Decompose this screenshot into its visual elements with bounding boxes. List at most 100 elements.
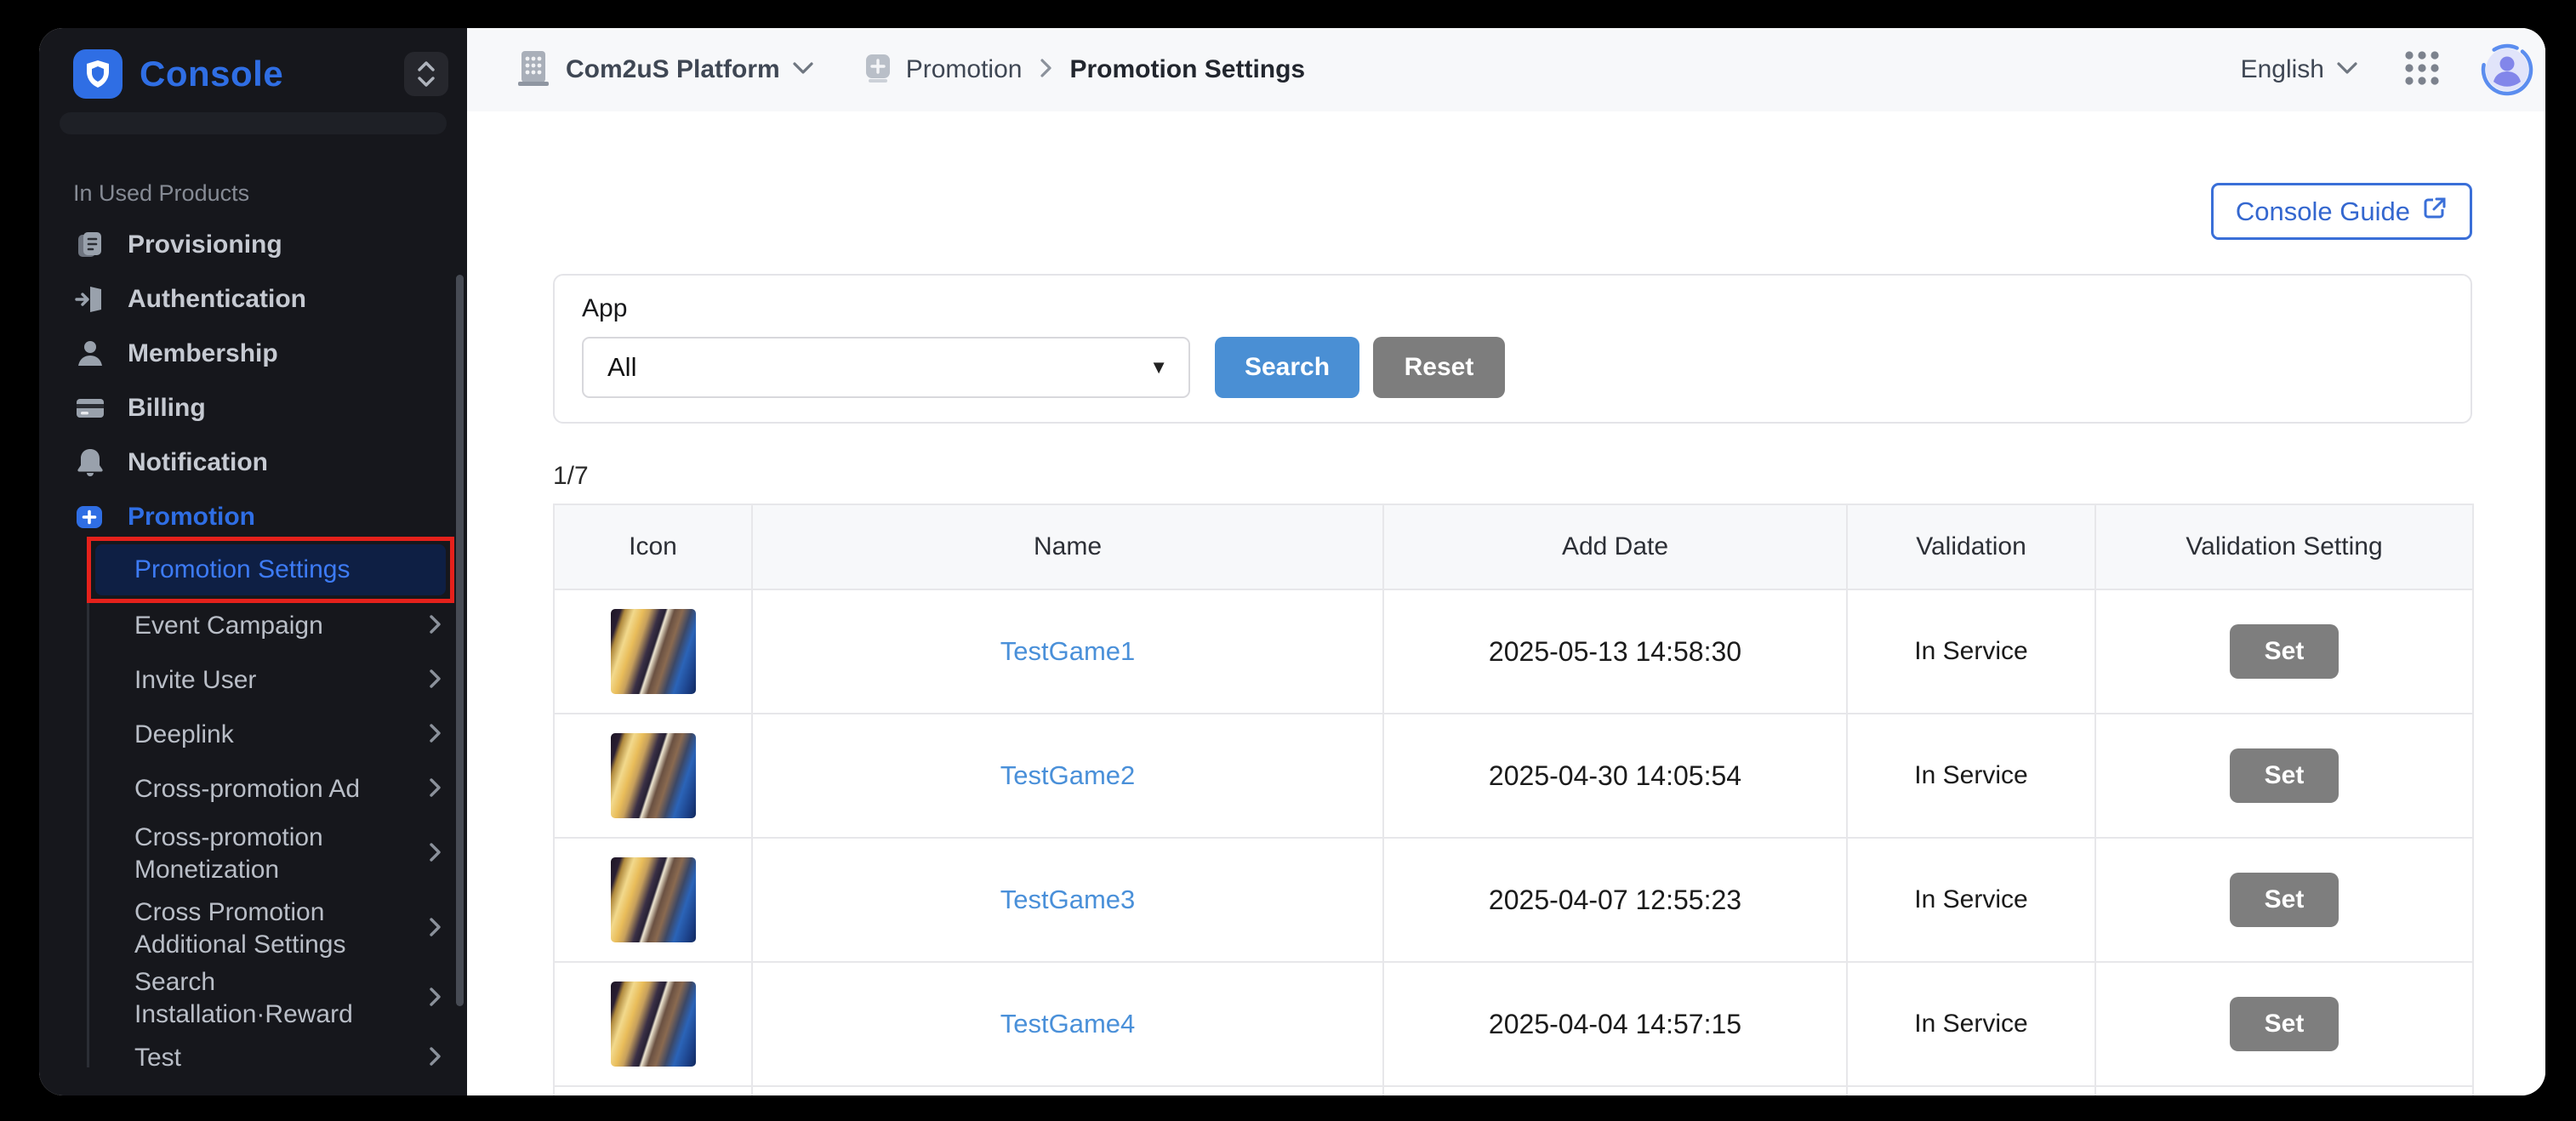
sidebar-subitem-cross-promotion-monetization[interactable]: Cross-promotion Monetization — [39, 817, 467, 891]
chevron-right-icon — [428, 777, 442, 803]
sidebar-section-label: In Used Products — [73, 180, 467, 207]
chevron-right-icon — [428, 722, 442, 748]
app-window: Console In Used Products Provisioning Aut… — [39, 28, 2545, 1095]
set-button[interactable]: Set — [2230, 997, 2339, 1051]
col-header-icon: Icon — [554, 504, 752, 589]
set-button[interactable]: Set — [2230, 873, 2339, 927]
chevron-right-icon — [428, 916, 442, 942]
validation-status: In Service — [1914, 761, 2027, 789]
app-filter-label: App — [582, 294, 2443, 323]
game-icon — [611, 982, 696, 1067]
select-caret-icon: ▼ — [1149, 356, 1168, 378]
set-button[interactable]: Set — [2230, 748, 2339, 803]
building-icon — [516, 48, 550, 92]
sidebar-subitem-search-installation-reward[interactable]: Search Installation·Reward — [39, 966, 467, 1031]
search-button[interactable]: Search — [1215, 337, 1359, 398]
validation-status: In Service — [1914, 1010, 2027, 1038]
main-area: Com2uS Platform Promotion Promotion Sett… — [467, 28, 2545, 1095]
reset-button[interactable]: Reset — [1373, 337, 1505, 398]
sidebar: Console In Used Products Provisioning Aut… — [39, 28, 467, 1095]
document-icon — [73, 228, 107, 262]
language-selector[interactable]: English — [2241, 55, 2324, 84]
console-guide-button[interactable]: Console Guide — [2211, 183, 2472, 240]
sidebar-item-label: Notification — [128, 448, 268, 477]
sidebar-item-label: Promotion — [128, 503, 255, 532]
chevron-right-icon — [428, 986, 442, 1012]
sidebar-subitem-event-campaign[interactable]: Event Campaign — [39, 599, 467, 653]
console-logo-text: Console — [140, 54, 283, 94]
promotion-table: Icon Name Add Date Validation Validation… — [553, 504, 2474, 1095]
sidebar-subitem-invite-user[interactable]: Invite User — [39, 653, 467, 708]
sidebar-item-promotion[interactable]: Promotion — [39, 490, 467, 544]
sidebar-item-membership[interactable]: Membership — [39, 327, 467, 381]
sidebar-item-notification[interactable]: Notification — [39, 435, 467, 490]
table-row: TestGame1 2025-05-13 14:58:30 In Service Se… — [554, 589, 2473, 714]
sidebar-subitem-label: Promotion Settings — [134, 554, 350, 586]
col-header-setting: Validation Setting — [2095, 504, 2473, 589]
app-launcher-icon[interactable] — [2402, 48, 2442, 92]
sidebar-item-label: Membership — [128, 339, 278, 368]
console-logo-icon — [73, 49, 123, 99]
breadcrumb-product[interactable]: Promotion — [906, 55, 1023, 84]
sidebar-subitem-label: Deeplink — [134, 719, 234, 751]
content-area: Console Guide App All ▼ Search Reset 1/7 — [467, 111, 2545, 1095]
sidebar-subitem-label: Cross Promotion Additional Settings — [134, 896, 415, 961]
card-icon — [73, 391, 107, 425]
game-name-link[interactable]: TestGame2 — [1000, 760, 1136, 790]
sidebar-scrollbar[interactable] — [456, 275, 464, 1006]
game-icon — [611, 609, 696, 694]
validation-status: In Service — [1914, 637, 2027, 665]
login-icon — [73, 282, 107, 316]
chevron-right-icon — [428, 668, 442, 694]
table-row: TestGame3 2025-04-07 12:55:23 In Service Se… — [554, 838, 2473, 962]
game-name-link[interactable]: TestGame1 — [1000, 636, 1136, 666]
add-date: 2025-04-04 14:57:15 — [1489, 1009, 1741, 1039]
sidebar-subitem-cross-promotion-additional-settings[interactable]: Cross Promotion Additional Settings — [39, 891, 467, 966]
sidebar-subitem-label: Cross-promotion Ad — [134, 773, 360, 805]
set-button[interactable]: Set — [2230, 624, 2339, 679]
user-avatar[interactable] — [2481, 43, 2533, 96]
chevron-right-icon — [428, 841, 442, 868]
add-date: 2025-05-13 14:58:30 — [1489, 636, 1741, 667]
game-name-link[interactable]: TestGame3 — [1000, 885, 1136, 914]
promo-icon — [73, 500, 107, 534]
chevron-down-icon[interactable] — [792, 61, 814, 79]
external-link-icon — [2422, 196, 2448, 228]
sidebar-subitem-test[interactable]: Test — [39, 1031, 467, 1085]
sidebar-subitem-cross-promotion-ad[interactable]: Cross-promotion Ad — [39, 762, 467, 817]
bell-icon — [73, 446, 107, 480]
breadcrumb-separator — [1039, 58, 1052, 83]
app-select[interactable]: All ▼ — [582, 337, 1190, 398]
table-row: TestGame4 2025-04-04 14:57:15 In Service Se… — [554, 962, 2473, 1086]
sidebar-subitem-promotion-settings[interactable]: Promotion Settings — [95, 544, 446, 595]
col-header-validation: Validation — [1847, 504, 2095, 589]
sidebar-item-provisioning[interactable]: Provisioning — [39, 218, 467, 272]
sidebar-subitem-label: Test — [134, 1042, 181, 1074]
sidebar-menu: Provisioning Authentication Membership Bill… — [39, 218, 467, 544]
table-row-partial — [554, 1086, 2473, 1095]
sidebar-subitem-label: Cross-promotion Monetization — [134, 822, 415, 886]
sidebar-item-label: Authentication — [128, 285, 306, 314]
sidebar-header: Console — [39, 28, 467, 99]
add-date: 2025-04-07 12:55:23 — [1489, 885, 1741, 915]
workspace-toggle-button[interactable] — [404, 52, 448, 96]
game-name-link[interactable]: TestGame4 — [1000, 1009, 1136, 1038]
game-icon — [611, 857, 696, 942]
chevron-right-icon — [428, 1045, 442, 1072]
filter-card: App All ▼ Search Reset — [553, 274, 2472, 424]
sidebar-item-authentication[interactable]: Authentication — [39, 272, 467, 327]
person-icon — [73, 337, 107, 371]
validation-status: In Service — [1914, 885, 2027, 913]
sidebar-item-label: Provisioning — [128, 230, 282, 259]
sidebar-subitem-deeplink[interactable]: Deeplink — [39, 708, 467, 762]
workspace-selector[interactable]: Com2uS Platform — [566, 55, 780, 84]
language-chevron-down-icon[interactable] — [2336, 61, 2358, 79]
game-icon — [611, 733, 696, 818]
sidebar-item-billing[interactable]: Billing — [39, 381, 467, 435]
col-header-name: Name — [752, 504, 1383, 589]
table-row: TestGame22025-04-30 14:05:54In ServiceSe… — [554, 714, 2473, 838]
breadcrumb-page: Promotion Settings — [1069, 55, 1305, 84]
sidebar-submenu: Promotion Settings Event CampaignInvite U… — [39, 544, 467, 1085]
sidebar-collapsed-bar — [60, 112, 447, 134]
console-guide-label: Console Guide — [2236, 196, 2410, 227]
